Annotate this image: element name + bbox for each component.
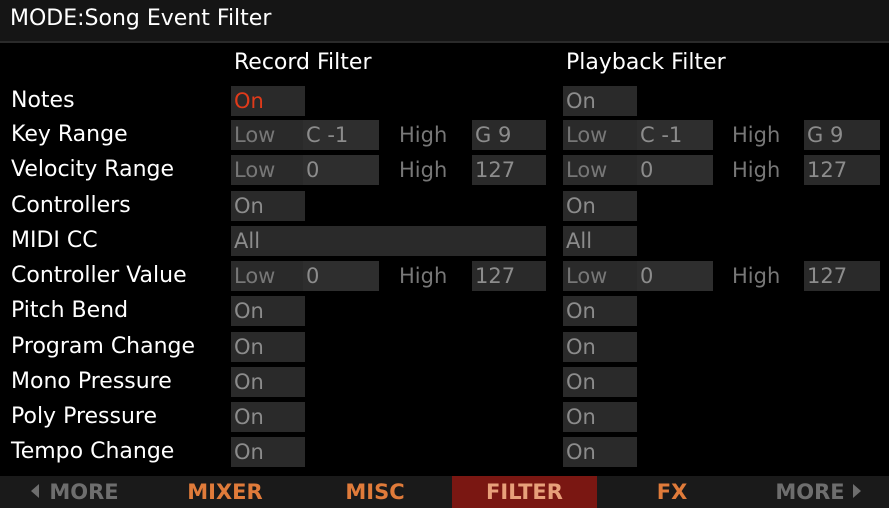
mixer-button[interactable]: MIXER [150,476,300,508]
notes-record-field[interactable]: On [231,86,305,116]
misc-button[interactable]: MISC [300,476,450,508]
ctrl-value-record-low-field[interactable]: 0 [303,261,379,291]
controllers-label: Controllers [11,193,131,218]
ctrl-value-playback-low-label: Low [566,264,608,288]
controllers-record-field[interactable]: On [231,191,305,221]
program-change-record-field[interactable]: On [231,332,305,362]
poly-pressure-playback-field[interactable]: On [563,402,637,432]
key-range-playback-low-label: Low [566,123,608,147]
more-left-button[interactable]: MORE [0,476,150,508]
program-change-label: Program Change [11,334,196,359]
velocity-playback-low-label: Low [566,158,608,182]
pitch-bend-record-field[interactable]: On [231,296,305,326]
soft-button-bar: MORE MIXER MISC FILTER FX MORE [0,476,889,508]
more-right-label: MORE [775,480,845,504]
pitch-bend-playback-field[interactable]: On [563,296,637,326]
fx-button[interactable]: FX [597,476,747,508]
controller-value-label: Controller Value [11,263,187,288]
ctrl-value-playback-high-field[interactable]: 127 [804,261,880,291]
mono-pressure-label: Mono Pressure [11,369,172,394]
velocity-record-low-field[interactable]: 0 [303,155,379,185]
title-bar: MODE:Song Event Filter [0,0,889,43]
ctrl-value-playback-high-label: High [732,264,781,288]
ctrl-value-record-high-field[interactable]: 127 [472,261,546,291]
midi-cc-record-field[interactable]: All [231,226,546,256]
key-range-record-low-label: Low [234,123,276,147]
key-range-playback-high-label: High [732,123,781,147]
mono-pressure-playback-field[interactable]: On [563,367,637,397]
mono-pressure-record-field[interactable]: On [231,367,305,397]
record-filter-header: Record Filter [234,50,372,75]
page-title: MODE:Song Event Filter [10,6,272,31]
velocity-playback-high-field[interactable]: 127 [804,155,880,185]
key-range-record-high-label: High [399,123,448,147]
key-range-playback-low-field[interactable]: C -1 [637,120,713,150]
midi-cc-label: MIDI CC [11,228,98,253]
velocity-record-low-label: Low [234,158,276,182]
controllers-playback-field[interactable]: On [563,191,637,221]
tempo-change-record-field[interactable]: On [231,437,305,467]
tempo-change-label: Tempo Change [11,439,175,464]
more-left-label: MORE [49,480,119,504]
tempo-change-playback-field[interactable]: On [563,437,637,467]
velocity-playback-high-label: High [732,158,781,182]
key-range-label: Key Range [11,122,128,147]
notes-label: Notes [11,88,75,113]
velocity-range-label: Velocity Range [11,157,175,182]
poly-pressure-label: Poly Pressure [11,404,158,429]
program-change-playback-field[interactable]: On [563,332,637,362]
notes-playback-field[interactable]: On [563,86,637,116]
key-range-record-high-field[interactable]: G 9 [472,120,546,150]
playback-filter-header: Playback Filter [566,50,726,75]
velocity-playback-low-field[interactable]: 0 [637,155,713,185]
pitch-bend-label: Pitch Bend [11,298,129,323]
arrow-right-icon [852,484,861,498]
ctrl-value-playback-low-field[interactable]: 0 [637,261,713,291]
ctrl-value-record-low-label: Low [234,264,276,288]
velocity-record-high-field[interactable]: 127 [472,155,546,185]
key-range-record-low-field[interactable]: C -1 [303,120,379,150]
filter-button[interactable]: FILTER [452,476,597,508]
arrow-left-icon [31,484,40,498]
velocity-record-high-label: High [399,158,448,182]
midi-cc-playback-field[interactable]: All [563,226,637,256]
ctrl-value-record-high-label: High [399,264,448,288]
poly-pressure-record-field[interactable]: On [231,402,305,432]
key-range-playback-high-field[interactable]: G 9 [804,120,880,150]
more-right-button[interactable]: MORE [747,476,889,508]
